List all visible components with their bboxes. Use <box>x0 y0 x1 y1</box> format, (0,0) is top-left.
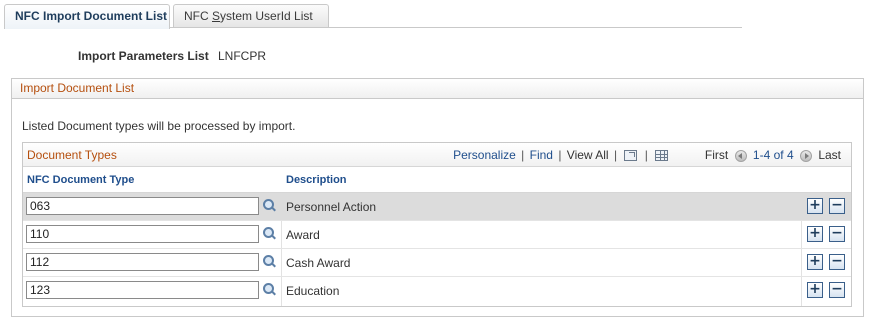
prev-icon[interactable] <box>734 149 747 162</box>
lookup-icon[interactable] <box>263 255 275 268</box>
tab-nfc-system-userid-list[interactable]: NFC System UserId List <box>173 4 329 27</box>
lookup-icon[interactable] <box>263 283 275 296</box>
add-row-button[interactable]: + <box>807 282 823 298</box>
table-row: Cash Award + − <box>23 249 851 277</box>
description-cell: Education <box>286 284 340 298</box>
column-header-row: NFC Document Type Description <box>23 167 851 193</box>
delete-row-button[interactable]: − <box>829 198 845 214</box>
import-parameters-label: Import Parameters List <box>78 49 209 63</box>
add-row-button[interactable]: + <box>807 198 823 214</box>
description-cell: Cash Award <box>286 256 351 270</box>
nfc-document-type-input[interactable] <box>26 253 259 271</box>
tab-label-hotkey: S <box>212 9 221 23</box>
separator: | <box>644 148 648 162</box>
tab-label-prefix: NFC <box>184 9 212 23</box>
last-link[interactable]: Last <box>818 148 841 162</box>
table-row: Award + − <box>23 221 851 249</box>
separator: | <box>521 148 525 162</box>
nfc-document-type-input[interactable] <box>26 281 259 299</box>
group-title: Import Document List <box>12 79 863 99</box>
personalize-link[interactable]: Personalize <box>453 148 516 162</box>
download-grid-icon[interactable] <box>655 150 669 162</box>
delete-row-button[interactable]: − <box>829 226 845 242</box>
delete-row-button[interactable]: − <box>829 254 845 270</box>
column-header-nfc-document-type[interactable]: NFC Document Type <box>27 174 134 186</box>
grid-nav-controls: Personalize | Find | View All | | First … <box>453 143 841 167</box>
add-row-button[interactable]: + <box>807 226 823 242</box>
next-icon[interactable] <box>799 149 812 162</box>
instruction-text: Listed Document types will be processed … <box>22 119 296 133</box>
grid-navigation-bar: Document Types Personalize | Find | View… <box>23 143 851 167</box>
table-row: Education + − <box>23 277 851 305</box>
tab-label: NFC Import Document List <box>15 9 167 23</box>
nfc-document-type-input[interactable] <box>26 225 259 243</box>
document-types-grid: Document Types Personalize | Find | View… <box>22 142 852 307</box>
view-all-link[interactable]: View All <box>567 148 609 162</box>
separator: | <box>558 148 562 162</box>
table-row: Personnel Action + − <box>23 193 851 221</box>
zoom-icon[interactable] <box>624 150 638 162</box>
separator: | <box>613 148 618 162</box>
add-row-button[interactable]: + <box>807 254 823 270</box>
description-cell: Personnel Action <box>286 200 377 214</box>
column-header-description[interactable]: Description <box>286 174 347 186</box>
lookup-icon[interactable] <box>263 199 275 212</box>
nfc-document-type-input[interactable] <box>26 197 259 215</box>
delete-row-button[interactable]: − <box>829 282 845 298</box>
tab-nfc-import-document-list[interactable]: NFC Import Document List <box>4 4 170 29</box>
tab-label-suffix: ystem UserId List <box>220 9 313 23</box>
tab-bar: NFC Import Document List NFC System User… <box>4 4 742 29</box>
import-document-list-group: Import Document List Listed Document typ… <box>11 78 864 317</box>
find-link[interactable]: Find <box>530 148 553 162</box>
first-link[interactable]: First <box>705 148 728 162</box>
grid-title: Document Types <box>27 148 117 162</box>
lookup-icon[interactable] <box>263 227 275 240</box>
import-parameters-value: LNFCPR <box>218 49 267 63</box>
row-count: 1-4 of 4 <box>752 148 794 162</box>
description-cell: Award <box>286 228 320 242</box>
